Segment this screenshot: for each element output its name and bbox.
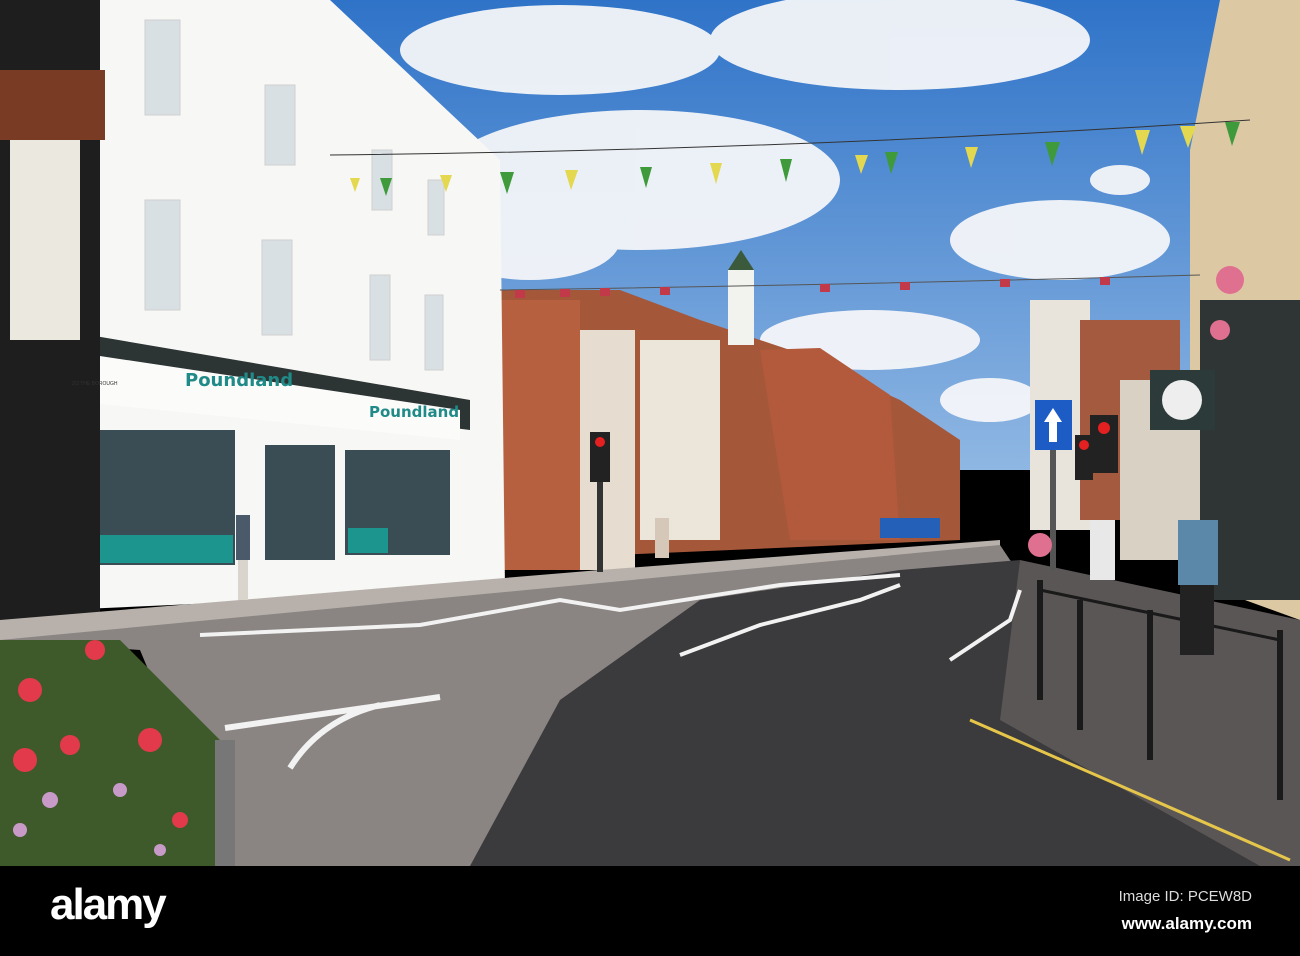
shop-sign-poundland-secondary: Poundland: [369, 403, 460, 421]
shop-address-label: 2/3 THE BOROUGH: [72, 381, 118, 387]
street-photo: Poundland Poundland 2/3 THE BOROUGH alam…: [0, 0, 1300, 956]
street-scene-illustration: [0, 0, 1300, 866]
image-id-label: Image ID: PCEW8D: [1118, 888, 1252, 905]
tudor-building: [0, 0, 105, 620]
alamy-url: www.alamy.com: [1121, 914, 1252, 933]
alamy-logo: alamy: [50, 880, 167, 929]
watermark-bar: alamy Image ID: PCEW8D www.alamy.com: [0, 866, 1300, 956]
shop-sign-poundland: Poundland: [185, 370, 294, 391]
